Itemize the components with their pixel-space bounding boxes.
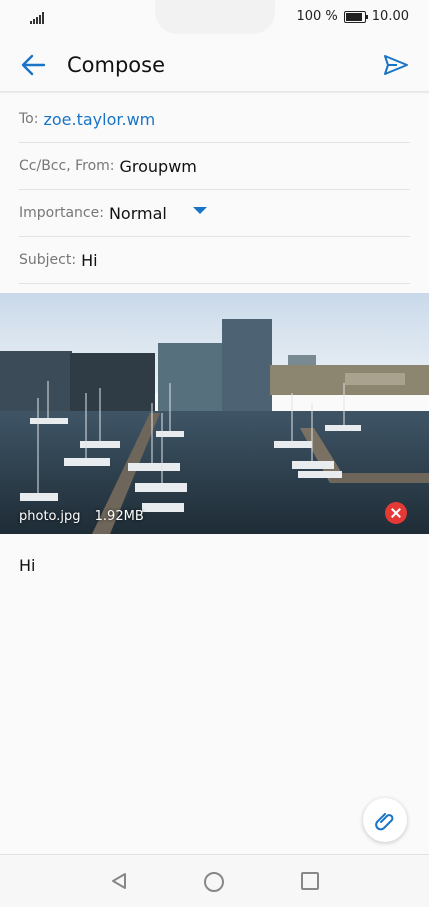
message-body[interactable]: Hi	[19, 556, 35, 575]
battery-percent: 100 %	[296, 9, 338, 24]
battery-icon	[343, 10, 368, 23]
attachment-photo[interactable]: photo.jpg 1.92MB	[0, 293, 429, 534]
attachment-size: 1.92MB	[94, 509, 144, 524]
page-title: Compose	[67, 53, 166, 77]
cc-bcc-from-field[interactable]: Cc/Bcc, From: Groupwm	[19, 143, 410, 190]
to-field[interactable]: To: zoe.taylor.wm	[19, 96, 410, 143]
subject-field[interactable]: Subject: Hi	[19, 237, 410, 284]
status-right: 100 % 10.00	[296, 9, 409, 24]
cc-bcc-from-label: Cc/Bcc, From:	[19, 158, 115, 174]
from-account[interactable]: Groupwm	[120, 157, 197, 176]
nav-back-icon[interactable]	[110, 872, 128, 890]
subject-label: Subject:	[19, 252, 77, 268]
importance-value[interactable]: Normal	[109, 204, 167, 223]
chevron-down-icon[interactable]	[193, 207, 207, 214]
to-label: To:	[19, 111, 39, 127]
attachment-info: photo.jpg 1.92MB	[19, 509, 154, 524]
header-divider	[0, 91, 429, 94]
importance-label: Importance:	[19, 205, 104, 221]
status-bar: 100 % 10.00	[0, 0, 429, 36]
paperclip-icon	[375, 813, 394, 831]
remove-attachment-icon[interactable]	[385, 502, 407, 524]
arrow-left-icon[interactable]	[20, 53, 46, 77]
harbour-photo	[0, 293, 429, 534]
nav-recent-apps-icon[interactable]	[301, 872, 319, 890]
attach-button[interactable]	[363, 798, 407, 842]
signal-icon	[30, 12, 46, 24]
camera-notch	[155, 0, 275, 34]
attachment-filename: photo.jpg	[19, 509, 81, 524]
to-recipient[interactable]: zoe.taylor.wm	[43, 110, 155, 129]
send-icon[interactable]	[383, 53, 409, 77]
importance-field[interactable]: Importance: Normal	[19, 190, 410, 237]
clock: 10.00	[371, 9, 409, 24]
system-nav-bar	[0, 854, 429, 907]
nav-home-icon[interactable]	[204, 872, 224, 892]
app-header: Compose	[0, 36, 429, 92]
subject-input[interactable]: Hi	[81, 251, 97, 270]
